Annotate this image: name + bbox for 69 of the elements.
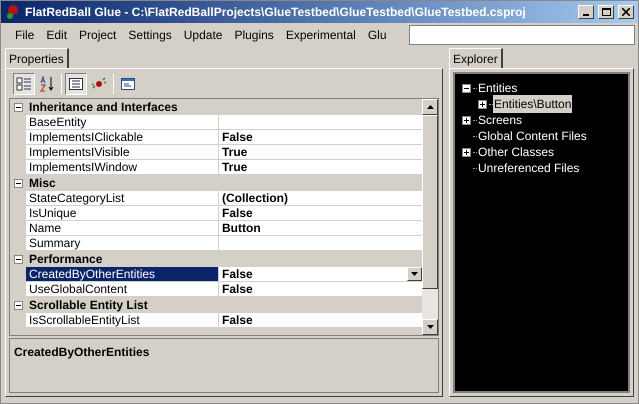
- close-icon: [622, 8, 630, 16]
- expand-icon[interactable]: [478, 100, 486, 108]
- scroll-up-button[interactable]: [422, 99, 438, 115]
- dropdown-button[interactable]: [407, 267, 422, 281]
- property-value[interactable]: False: [219, 282, 422, 296]
- menu-item[interactable]: Update: [178, 26, 228, 44]
- tree-item[interactable]: Other Classes: [477, 143, 556, 161]
- collapse-icon[interactable]: [462, 84, 470, 92]
- list-icon: [68, 76, 84, 92]
- category-header: Performance: [28, 251, 102, 268]
- expand-icon[interactable]: [462, 148, 470, 156]
- app-icon: [5, 4, 21, 20]
- property-value[interactable]: True: [219, 160, 422, 174]
- category-header: Scrollable Entity List: [28, 297, 148, 314]
- property-name[interactable]: ImplementsIWindow: [26, 160, 219, 174]
- description-title: CreatedByOtherEntities: [14, 345, 150, 359]
- up-arrow-icon: [426, 105, 434, 109]
- property-name[interactable]: IsUnique: [26, 206, 219, 220]
- close-button[interactable]: [618, 5, 634, 19]
- tree-item[interactable]: Unreferenced Files: [477, 159, 580, 177]
- property-name[interactable]: Name: [26, 221, 219, 235]
- minimize-button[interactable]: [578, 5, 594, 19]
- tab[interactable]: Explorer: [449, 48, 503, 68]
- menu-item[interactable]: Plugins: [228, 26, 280, 44]
- property-name[interactable]: ImplementsIClickable: [26, 130, 219, 144]
- property-value[interactable]: False: [219, 130, 422, 144]
- property-value[interactable]: (Collection): [219, 191, 422, 205]
- property-value[interactable]: Button: [219, 221, 422, 235]
- property-name[interactable]: Summary: [26, 236, 219, 250]
- category-header: Misc: [28, 175, 56, 192]
- window-icon: [120, 76, 136, 92]
- property-name[interactable]: IsScrollableEntityList: [26, 313, 219, 327]
- collapse-icon[interactable]: [14, 300, 22, 310]
- tree-item[interactable]: Entities: [477, 79, 518, 97]
- property-name[interactable]: StateCategoryList: [26, 191, 219, 205]
- tab[interactable]: Properties: [5, 48, 69, 68]
- tree-item[interactable]: Screens: [477, 111, 524, 129]
- scrollbar[interactable]: [422, 99, 438, 335]
- toolbar-button[interactable]: [13, 73, 35, 95]
- collapse-icon[interactable]: [14, 254, 22, 264]
- expand-icon[interactable]: [462, 116, 470, 124]
- caret-icon: [411, 272, 418, 276]
- scroll-down-button[interactable]: [422, 319, 438, 335]
- menu-item[interactable]: Edit: [40, 26, 74, 44]
- collapse-icon[interactable]: [14, 102, 22, 112]
- collapse-icon[interactable]: [14, 178, 22, 188]
- category-header: Inheritance and Interfaces: [28, 99, 178, 116]
- property-name[interactable]: ImplementsIVisible: [26, 145, 219, 159]
- tree-item[interactable]: Global Content Files: [477, 127, 588, 145]
- search-field[interactable]: [409, 24, 635, 44]
- property-value[interactable]: False: [219, 313, 422, 327]
- tree-item[interactable]: Entities\Button: [493, 95, 572, 113]
- sort-az-icon: [39, 76, 55, 92]
- property-name[interactable]: UseGlobalContent: [26, 282, 219, 296]
- maximize-button[interactable]: [598, 5, 614, 19]
- menu-item[interactable]: Experimental: [280, 26, 362, 44]
- scroll-thumb[interactable]: [422, 115, 438, 289]
- down-arrow-icon: [426, 325, 434, 329]
- toolbar-button[interactable]: [65, 73, 87, 95]
- menu-item[interactable]: Settings: [122, 26, 178, 44]
- menu-item[interactable]: Glu: [362, 26, 393, 44]
- menu-item[interactable]: Project: [73, 26, 122, 44]
- menu-item[interactable]: File: [9, 26, 40, 44]
- categorized-icon: [16, 76, 32, 92]
- property-name[interactable]: BaseEntity: [26, 115, 219, 129]
- property-name[interactable]: CreatedByOtherEntities: [26, 267, 219, 281]
- window-title: FlatRedBall Glue - C:\FlatRedBallProjects\GlueTestbed\GlueTestbed\GlueTestbed.csproj: [25, 4, 527, 21]
- property-value[interactable]: False: [219, 206, 422, 220]
- property-value[interactable]: True: [219, 145, 422, 159]
